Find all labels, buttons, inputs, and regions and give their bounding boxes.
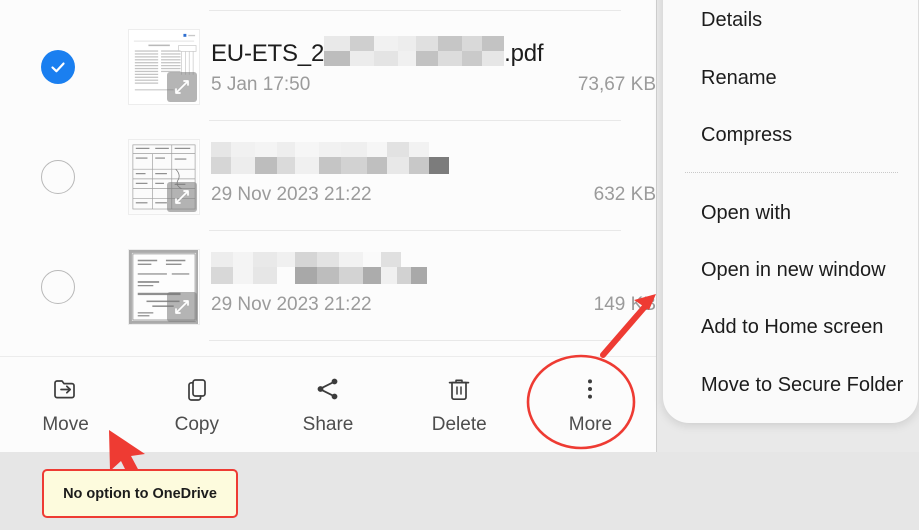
checkbox-selected[interactable] (41, 50, 75, 84)
more-button[interactable]: More (525, 357, 656, 452)
menu-item-open-in-new-window[interactable]: Open in new window (663, 250, 918, 290)
file-name-suffix: .pdf (504, 40, 544, 67)
menu-item-move-to-secure-folder[interactable]: Move to Secure Folder (663, 365, 918, 405)
file-date: 5 Jan 17:50 (211, 74, 311, 95)
copy-icon (182, 374, 212, 404)
file-size: 73,67 KB (577, 74, 656, 95)
expand-icon[interactable] (166, 292, 197, 322)
row-meta: 29 Nov 2023 21:22 632 KB (211, 184, 656, 206)
move-button[interactable]: Move (0, 357, 131, 452)
checkbox-unselected[interactable] (41, 270, 75, 304)
share-label: Share (302, 414, 354, 435)
bottom-action-toolbar: Move Copy Share Delete More (0, 356, 656, 452)
list-top-divider (209, 10, 621, 11)
menu-item-open-with[interactable]: Open with (663, 193, 918, 233)
row-thumbnail-cell[interactable] (116, 29, 211, 105)
row-thumbnail-cell[interactable] (116, 249, 211, 325)
menu-item-label: Rename (701, 66, 777, 89)
menu-item-compress[interactable]: Compress (663, 115, 918, 155)
expand-icon[interactable] (166, 182, 197, 212)
move-to-folder-icon (51, 374, 81, 404)
delete-button[interactable]: Delete (394, 357, 525, 452)
phone-screenshot: EU-ETS_2 .pdf 5 Jan 17:50 73,67 KB 29 No… (0, 0, 919, 452)
row-checkbox-cell[interactable] (0, 160, 116, 194)
more-vertical-icon (575, 374, 605, 404)
callout-box: No option to OneDrive (42, 469, 238, 518)
trash-icon (444, 374, 474, 404)
callout-label: No option to OneDrive (63, 485, 217, 502)
row-info-cell: 29 Nov 2023 21:22 149 KB (211, 232, 656, 342)
file-date: 29 Nov 2023 21:22 (211, 184, 372, 205)
share-button[interactable]: Share (262, 357, 393, 452)
menu-item-rename[interactable]: Rename (663, 58, 918, 98)
table-row[interactable]: 29 Nov 2023 21:22 149 KB (0, 232, 656, 342)
menu-item-label: Add to Home screen (701, 315, 884, 338)
context-menu-backdrop: Details Rename Compress Open with Open i… (656, 0, 919, 452)
context-menu: Details Rename Compress Open with Open i… (663, 0, 918, 423)
row-info-cell: 29 Nov 2023 21:22 632 KB (211, 122, 656, 232)
file-size: 632 KB (593, 184, 656, 205)
menu-item-add-to-home-screen[interactable]: Add to Home screen (663, 307, 918, 347)
table-row[interactable]: 29 Nov 2023 21:22 632 KB (0, 122, 656, 232)
document-thumbnail[interactable] (127, 29, 200, 105)
copy-label: Copy (174, 414, 219, 435)
copy-button[interactable]: Copy (131, 357, 262, 452)
file-size: 149 KB (593, 294, 656, 315)
row-divider (209, 120, 621, 121)
row-meta: 29 Nov 2023 21:22 149 KB (211, 294, 656, 316)
move-label: Move (42, 414, 89, 435)
menu-item-label: Details (701, 8, 763, 31)
share-icon (313, 374, 343, 404)
file-date: 29 Nov 2023 21:22 (211, 294, 372, 315)
table-row[interactable]: EU-ETS_2 .pdf 5 Jan 17:50 73,67 KB (0, 12, 656, 122)
row-checkbox-cell[interactable] (0, 270, 116, 304)
row-info-cell: EU-ETS_2 .pdf 5 Jan 17:50 73,67 KB (211, 12, 656, 122)
more-label: More (568, 414, 613, 435)
delete-label: Delete (431, 414, 487, 435)
file-name-redaction (324, 35, 505, 74)
menu-item-label: Open with (701, 201, 792, 224)
file-name-redaction (211, 140, 656, 184)
file-name-prefix: EU-ETS_2 (211, 40, 325, 67)
menu-item-details[interactable]: Details (663, 0, 918, 40)
row-divider (209, 340, 621, 341)
row-divider (209, 230, 621, 231)
document-thumbnail[interactable] (127, 139, 200, 215)
file-name-redaction (211, 250, 656, 294)
checkbox-unselected[interactable] (41, 160, 75, 194)
document-thumbnail[interactable] (127, 249, 200, 325)
file-name: EU-ETS_2 .pdf (211, 35, 656, 70)
file-manager-panel: EU-ETS_2 .pdf 5 Jan 17:50 73,67 KB 29 No… (0, 0, 656, 452)
menu-item-label: Compress (701, 123, 793, 146)
row-thumbnail-cell[interactable] (116, 139, 211, 215)
menu-separator (685, 172, 898, 173)
row-meta: 5 Jan 17:50 73,67 KB (211, 74, 656, 96)
row-checkbox-cell[interactable] (0, 50, 116, 84)
menu-item-label: Open in new window (701, 258, 886, 281)
menu-item-label: Move to Secure Folder (701, 373, 904, 396)
expand-icon[interactable] (166, 72, 197, 102)
